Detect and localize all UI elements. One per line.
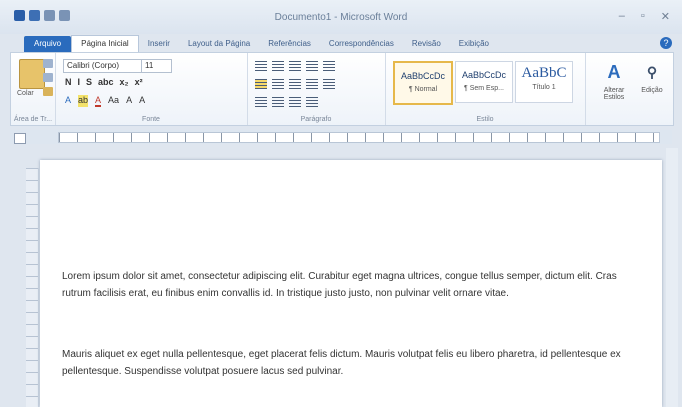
change-case-button[interactable]: Aa xyxy=(108,95,119,107)
decrease-indent-icon[interactable] xyxy=(306,61,318,71)
styles-group-label: Estilo xyxy=(476,116,494,123)
tab-insert[interactable]: Inserir xyxy=(139,36,179,52)
clipboard-group: Colar Área de Tr... xyxy=(11,53,56,125)
justify-icon[interactable] xyxy=(306,79,318,89)
style-preview: AaBbC xyxy=(521,65,567,81)
binoculars-icon: ⚲ xyxy=(646,64,658,80)
change-styles-icon: A xyxy=(607,62,621,82)
align-left-icon[interactable] xyxy=(255,79,267,89)
paragraph-row-1 xyxy=(255,61,335,71)
subscript-button[interactable]: x₂ xyxy=(120,77,129,87)
horizontal-ruler[interactable] xyxy=(10,130,672,144)
copy-icon[interactable] xyxy=(43,73,53,82)
style-preview: AaBbCcDc xyxy=(400,71,445,81)
editing-button[interactable]: ⚲ Edição xyxy=(635,61,669,94)
style-heading-1[interactable]: AaBbC Título 1 xyxy=(515,61,573,103)
align-center-icon[interactable] xyxy=(272,79,284,89)
font-group-label: Fonte xyxy=(142,116,160,123)
tab-view[interactable]: Exibição xyxy=(450,36,498,52)
align-right-icon[interactable] xyxy=(289,79,301,89)
document-paragraph[interactable]: Mauris aliquet ex eget nulla pellentesqu… xyxy=(62,346,642,380)
font-size-select[interactable]: 11 xyxy=(141,59,172,73)
ribbon: Colar Área de Tr... Calibri (Corpo) 11 N… xyxy=(10,52,674,126)
italic-button[interactable]: I xyxy=(78,77,81,87)
paragraph-group-label: Parágrafo xyxy=(300,116,332,123)
sort-icon[interactable] xyxy=(289,97,301,107)
maximize-icon[interactable]: ▫ xyxy=(641,10,645,23)
font-effects-row: A ab A Aa A A xyxy=(65,95,145,107)
tab-home[interactable]: Página Inicial xyxy=(71,35,139,52)
multilevel-list-icon[interactable] xyxy=(289,61,301,71)
help-icon[interactable]: ? xyxy=(660,37,672,49)
change-styles-label: Alterar Estilos xyxy=(603,87,625,101)
highlight-button[interactable]: ab xyxy=(78,95,89,107)
paragraph-row-2 xyxy=(255,79,335,89)
shading-icon[interactable] xyxy=(255,97,267,107)
vertical-ruler xyxy=(26,168,39,407)
font-group: Calibri (Corpo) 11 N I S abc x₂ x² A ab … xyxy=(55,53,248,125)
format-painter-icon[interactable] xyxy=(43,87,53,96)
window-title: Documento1 - Microsoft Word xyxy=(274,12,408,23)
tab-file[interactable]: Arquivo xyxy=(24,36,72,52)
close-icon[interactable]: ✕ xyxy=(661,10,670,23)
style-name: ¶ Normal xyxy=(408,86,438,93)
paragraph-row-3 xyxy=(255,97,318,107)
shrink-font-button[interactable]: A xyxy=(139,95,145,107)
line-spacing-icon[interactable] xyxy=(323,79,335,89)
borders-icon[interactable] xyxy=(272,97,284,107)
paragraph-group: Parágrafo xyxy=(247,53,386,125)
ribbon-tabs: Arquivo Página Inicial Inserir Layout da… xyxy=(0,34,682,52)
cut-icon[interactable] xyxy=(43,59,53,68)
increase-indent-icon[interactable] xyxy=(323,61,335,71)
text-effects-button[interactable]: A xyxy=(65,95,71,107)
style-preview: AaBbCcDc xyxy=(461,70,506,80)
editing-label: Edição xyxy=(641,87,663,94)
style-no-spacing[interactable]: AaBbCcDc ¶ Sem Esp... xyxy=(455,61,513,103)
underline-button[interactable]: S xyxy=(86,77,92,87)
tab-mailings[interactable]: Correspondências xyxy=(320,36,403,52)
strikethrough-button[interactable]: abc xyxy=(98,77,114,87)
grow-font-button[interactable]: A xyxy=(126,95,132,107)
show-marks-icon[interactable] xyxy=(306,97,318,107)
font-name-select[interactable]: Calibri (Corpo) xyxy=(63,59,142,73)
tab-page-layout[interactable]: Layout da Página xyxy=(179,36,259,52)
tab-references[interactable]: Referências xyxy=(259,36,320,52)
change-styles-button[interactable]: A Alterar Estilos xyxy=(597,61,631,101)
paste-icon[interactable] xyxy=(19,59,45,89)
clipboard-group-label: Área de Tr... xyxy=(13,116,53,123)
title-bar: Documento1 - Microsoft Word – ▫ ✕ xyxy=(0,0,682,34)
superscript-button[interactable]: x² xyxy=(135,77,143,87)
font-color-button[interactable]: A xyxy=(95,95,102,107)
ruler-scale xyxy=(58,132,660,143)
tab-selector[interactable] xyxy=(14,133,26,144)
document-paragraph[interactable]: Lorem ipsum dolor sit amet, consectetur … xyxy=(62,268,642,302)
bullets-icon[interactable] xyxy=(255,61,267,71)
font-format-row: N I S abc x₂ x² xyxy=(65,77,143,87)
bold-button[interactable]: N xyxy=(65,77,72,87)
paste-label: Colar xyxy=(17,90,34,97)
tab-review[interactable]: Revisão xyxy=(403,36,450,52)
vertical-scrollbar[interactable] xyxy=(666,148,678,407)
style-name: Título 1 xyxy=(532,84,556,91)
numbering-icon[interactable] xyxy=(272,61,284,71)
minimize-icon[interactable]: – xyxy=(619,10,625,23)
styles-group: AaBbCcDc ¶ Normal AaBbCcDc ¶ Sem Esp... … xyxy=(385,53,586,125)
window-controls: – ▫ ✕ xyxy=(619,10,670,23)
style-name: ¶ Sem Esp... xyxy=(464,85,504,92)
word-window: Documento1 - Microsoft Word – ▫ ✕ Arquiv… xyxy=(0,0,682,407)
style-normal[interactable]: AaBbCcDc ¶ Normal xyxy=(393,61,453,105)
